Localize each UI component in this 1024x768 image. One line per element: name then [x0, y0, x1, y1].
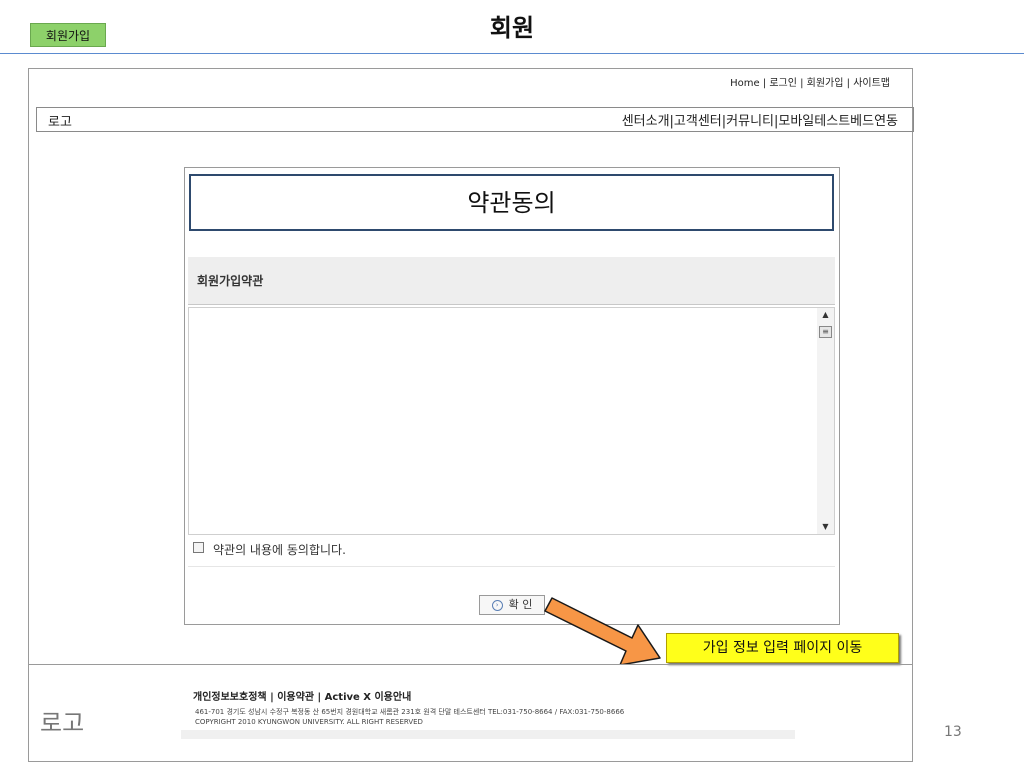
footer-logo: 로고 — [40, 709, 85, 737]
divider — [188, 566, 835, 567]
agree-label[interactable]: 약관의 내용에 동의합니다. — [213, 541, 346, 558]
chevron-right-icon: › — [491, 599, 503, 611]
arrow-icon — [544, 597, 661, 664]
footer-links[interactable]: 개인정보보호정책 | 이용약관 | Active X 이용안내 — [193, 688, 411, 703]
footer-copyright: COPYRIGHT 2010 KYUNGWON UNIVERSITY. ALL … — [195, 718, 423, 726]
terms-header-label: 회원가입약관 — [197, 274, 264, 288]
scroll-down-icon[interactable]: ▼ — [817, 520, 834, 534]
footer-address: 461-701 경기도 성남시 수정구 복정동 산 65번지 경원대학교 새롬관… — [195, 708, 625, 716]
nav-item-mobile-testbed[interactable]: 모바일테스트베드연동 — [778, 110, 898, 129]
page-number: 13 — [944, 724, 962, 740]
footer-divider — [28, 664, 913, 665]
title-divider — [0, 53, 1024, 54]
terms-textarea[interactable] — [188, 307, 835, 535]
scroll-thumb[interactable]: ≡ — [819, 326, 832, 338]
slide-title: 회원 — [489, 14, 535, 42]
nav-item-customer-center[interactable]: 고객센터 — [674, 110, 722, 129]
scroll-up-icon[interactable]: ▲ — [817, 308, 834, 322]
nav-item-community[interactable]: 커뮤니티 — [726, 110, 774, 129]
terms-title: 약관동의 — [189, 174, 834, 231]
footer-bar — [181, 730, 795, 739]
callout-note: 가입 정보 입력 페이지 이동 — [666, 633, 899, 663]
main-nav: 센터소개 | 고객센터 | 커뮤니티 | 모바일테스트베드연동 — [470, 110, 898, 129]
terms-header — [188, 257, 835, 305]
top-links[interactable]: Home | 로그인 | 회원가입 | 사이트맵 — [560, 74, 890, 89]
terms-scrollbar[interactable] — [817, 308, 834, 534]
confirm-button[interactable]: › 확 인 — [479, 595, 545, 615]
confirm-button-label: 확 인 — [508, 598, 533, 611]
header-logo[interactable]: 로고 — [48, 111, 72, 130]
nav-item-center-intro[interactable]: 센터소개 — [622, 110, 670, 129]
agree-checkbox[interactable] — [193, 542, 204, 553]
